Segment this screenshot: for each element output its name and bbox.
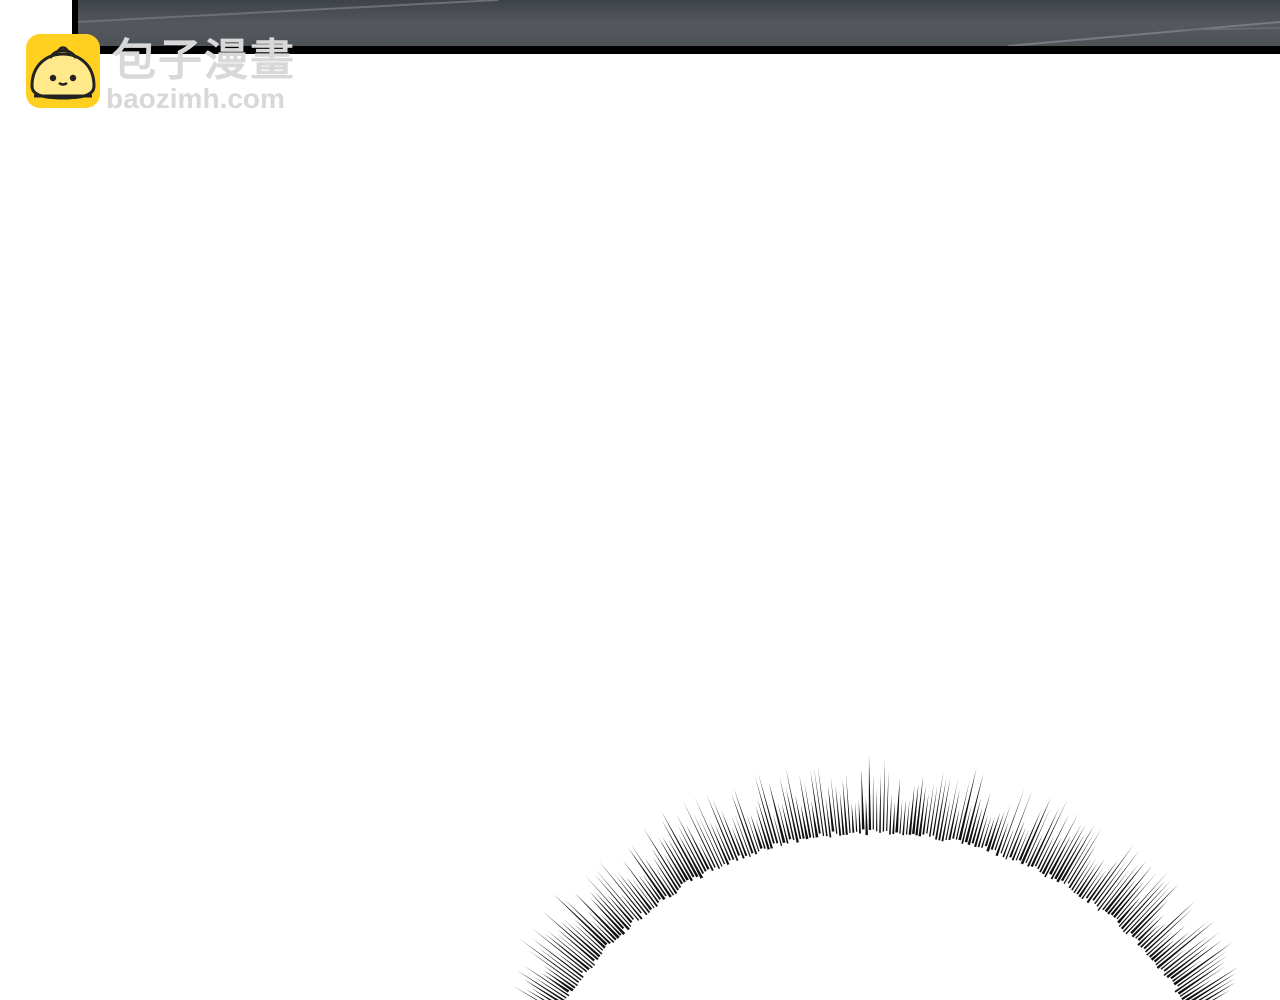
speed-line [712, 798, 739, 862]
speed-line [872, 773, 874, 830]
speed-line [661, 819, 695, 878]
speed-line [658, 837, 686, 883]
speed-line [598, 860, 642, 914]
speed-line [1153, 931, 1190, 963]
speed-line [1166, 944, 1210, 979]
speed-line [620, 893, 643, 920]
speed-line [1155, 920, 1210, 966]
speed-line [1054, 825, 1086, 880]
speed-line [1122, 879, 1172, 933]
speed-line [868, 755, 872, 830]
speed-line [1096, 849, 1140, 907]
speed-line [902, 798, 906, 836]
speed-line [858, 799, 862, 834]
speed-line [1160, 948, 1187, 970]
speed-line [958, 768, 977, 841]
speed-line [531, 928, 588, 973]
speed-line [555, 951, 583, 974]
speed-line [1039, 813, 1070, 873]
speed-line [1177, 961, 1225, 995]
speed-line [1144, 908, 1193, 953]
speed-line [879, 774, 881, 833]
speed-line [889, 793, 892, 835]
speed-line [1092, 845, 1134, 901]
speed-line [865, 797, 869, 836]
speed-line [693, 813, 721, 870]
speed-line [1068, 844, 1097, 889]
speed-line [754, 776, 775, 844]
speed-line [905, 799, 910, 835]
speed-line [895, 778, 900, 833]
speed-line [1000, 788, 1025, 854]
speed-line [1085, 870, 1107, 899]
speed-line [861, 769, 865, 830]
speed-line [537, 947, 582, 981]
speed-line [892, 801, 895, 834]
speed-line [926, 783, 934, 834]
speed-line [694, 797, 726, 865]
speed-line [595, 869, 640, 921]
speed-line [855, 801, 858, 832]
speed-line [882, 758, 885, 832]
speed-line [1071, 859, 1092, 891]
speed-line [1143, 900, 1196, 950]
speed-line [1163, 931, 1221, 976]
speed-line [1050, 822, 1083, 880]
speed-line [1125, 885, 1172, 935]
speed-line [594, 891, 630, 931]
speed-line [1020, 797, 1051, 865]
speed-line [1172, 960, 1201, 982]
speed-line [1056, 833, 1085, 883]
speed-line [886, 770, 889, 831]
speed-line [553, 893, 608, 946]
comic-page: 包子漫畫 baozimh.com [0, 0, 1280, 1000]
speed-line [731, 817, 748, 857]
speed-lines-burst [513, 755, 1239, 1000]
speed-line [1173, 942, 1233, 986]
speed-line [1011, 827, 1026, 861]
speed-line [1063, 831, 1096, 884]
speed-line [651, 847, 679, 891]
speed-line [876, 787, 878, 832]
speed-line [583, 874, 632, 927]
speed-line [1130, 884, 1179, 935]
burst-line-group [513, 755, 1239, 1000]
speed-line [1118, 871, 1169, 927]
speed-line [531, 988, 552, 1000]
speed-line [721, 810, 741, 856]
speed-line [1113, 880, 1145, 918]
speed-line [1107, 878, 1138, 915]
speed-line [899, 799, 903, 834]
speed-line [851, 802, 855, 833]
speed-line [560, 921, 601, 958]
speed-line [1212, 990, 1230, 1000]
speed-line [1148, 925, 1186, 958]
